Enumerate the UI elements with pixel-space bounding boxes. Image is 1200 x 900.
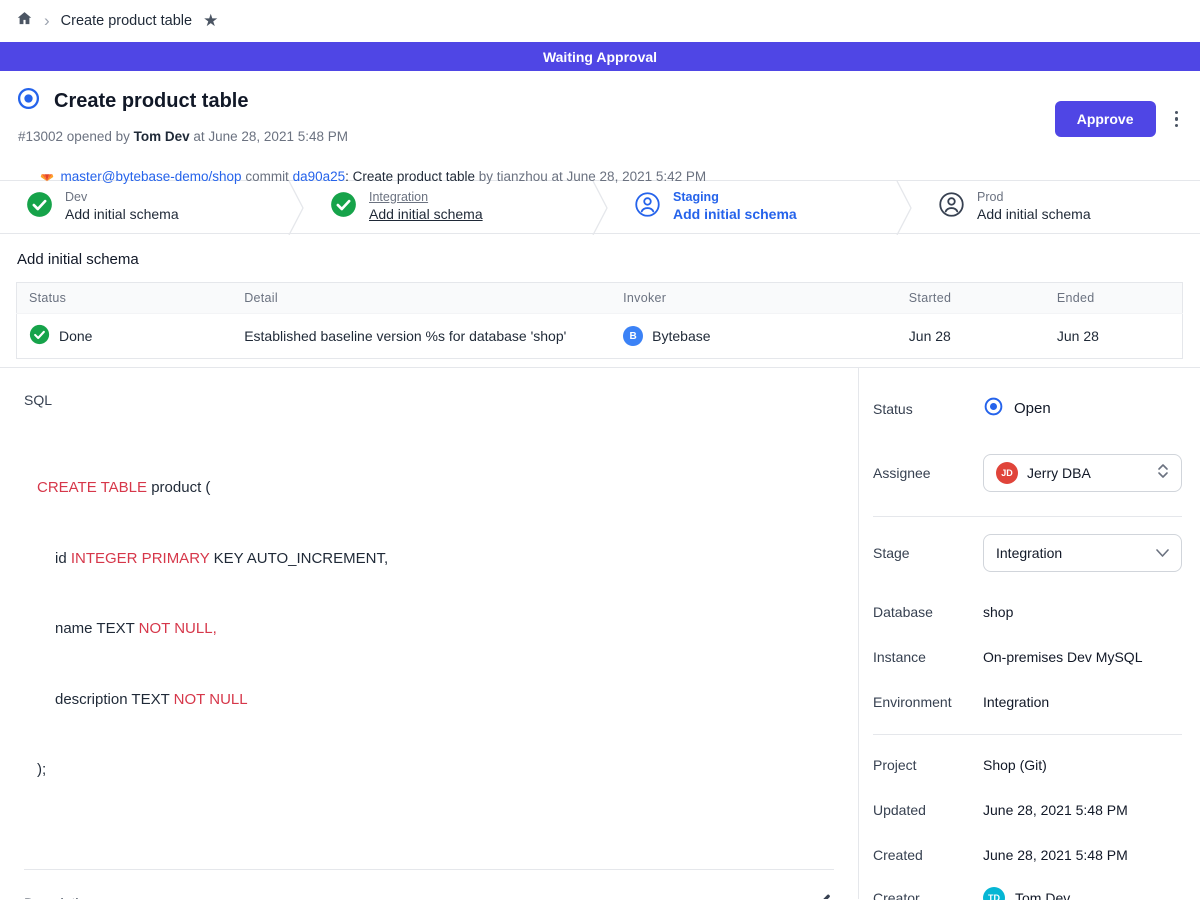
home-icon[interactable] (16, 10, 33, 32)
gitlab-icon (16, 152, 55, 201)
commit-message: : Create product table (345, 169, 475, 184)
branch-repo-link[interactable]: master@bytebase-demo/shop (61, 169, 242, 184)
task-detail: Established baseline version %s for data… (232, 314, 611, 359)
task-status: Done (59, 328, 92, 344)
task-started: Jun 28 (897, 314, 1045, 359)
check-circle-icon (29, 324, 50, 348)
task-invoker: Bytebase (652, 328, 710, 344)
environment-value: Integration (983, 694, 1049, 710)
stage-value: Integration (996, 545, 1147, 561)
commit-text: master@bytebase-demo/shop commit da90a25… (61, 169, 707, 184)
breadcrumb-chevron-icon: › (44, 12, 50, 29)
task-section-title: Add initial schema (17, 251, 1183, 268)
task-table: Status Detail Invoker Started Ended Done… (16, 282, 1183, 359)
issue-sidebar: Status Open Assignee JD Jerry DBA Stage (858, 368, 1200, 899)
issue-header: Create product table #13002 opened by To… (0, 71, 1200, 180)
status-badge: Open (983, 396, 1051, 421)
project-label: Project (873, 757, 983, 773)
breadcrumb: › Create product table ★ (0, 0, 1200, 42)
sql-label: SQL (24, 392, 834, 408)
instance-value: On-premises Dev MySQL (983, 649, 1142, 665)
page-title: Create product table (54, 90, 248, 113)
col-invoker: Invoker (611, 283, 897, 314)
more-actions-kebab-icon[interactable] (1171, 107, 1183, 132)
col-ended: Ended (1045, 283, 1183, 314)
commit-hash-link[interactable]: da90a25 (293, 169, 346, 184)
task-ended: Jun 28 (1045, 314, 1183, 359)
assignee-avatar: JD (996, 462, 1018, 484)
divider (873, 734, 1182, 735)
col-status: Status (17, 283, 233, 314)
task-section: Add initial schema Status Detail Invoker… (0, 234, 1200, 367)
issue-meta: #13002 opened by Tom Dev at June 28, 202… (18, 129, 1180, 144)
status-banner-text: Waiting Approval (543, 49, 657, 65)
commit-suffix: by tianzhou at June 28, 2021 5:42 PM (475, 169, 706, 184)
approve-button[interactable]: Approve (1055, 101, 1156, 137)
updated-label: Updated (873, 802, 983, 818)
database-value: shop (983, 604, 1013, 620)
stage-task-label: Add initial schema (977, 205, 1091, 224)
up-down-chevron-icon (1157, 463, 1169, 484)
creator-avatar: TD (983, 887, 1005, 900)
stage-select[interactable]: Integration (983, 534, 1182, 572)
issue-meta-prefix: #13002 opened by (18, 129, 134, 144)
stage-task-label: Add initial schema (65, 205, 179, 224)
creator-name: Tom Dev (1015, 890, 1070, 900)
divider (873, 516, 1182, 517)
stage-task-label: Add initial schema (369, 205, 483, 224)
issue-author: Tom Dev (134, 129, 190, 144)
description-label: Description (24, 895, 94, 900)
favorite-star-icon[interactable]: ★ (203, 11, 218, 31)
divider (24, 869, 834, 870)
edit-pencil-icon[interactable] (813, 891, 834, 900)
stage-label: Stage (873, 545, 983, 561)
database-label: Database (873, 604, 983, 620)
status-value: Open (1014, 400, 1051, 417)
col-started: Started (897, 283, 1045, 314)
assignee-name: Jerry DBA (1027, 465, 1148, 481)
col-detail: Detail (232, 283, 611, 314)
commit-line: master@bytebase-demo/shop commit da90a25… (16, 152, 1180, 201)
chevron-down-icon (1156, 544, 1169, 562)
status-banner: Waiting Approval (0, 42, 1200, 71)
assignee-select[interactable]: JD Jerry DBA (983, 454, 1182, 492)
environment-label: Environment (873, 694, 983, 710)
sql-code: CREATE TABLE product ( id INTEGER PRIMAR… (37, 429, 834, 829)
commit-word: commit (242, 169, 293, 184)
status-label: Status (873, 401, 983, 417)
open-status-icon (983, 396, 1004, 421)
instance-label: Instance (873, 649, 983, 665)
issue-detail-panel: SQL CREATE TABLE product ( id INTEGER PR… (0, 368, 858, 899)
table-row: Done Established baseline version %s for… (17, 314, 1183, 359)
project-value: Shop (Git) (983, 757, 1047, 773)
updated-value: June 28, 2021 5:48 PM (983, 802, 1128, 818)
created-label: Created (873, 847, 983, 863)
created-value: June 28, 2021 5:48 PM (983, 847, 1128, 863)
stage-task-label: Add initial schema (673, 205, 797, 224)
creator-label: Creator (873, 890, 983, 900)
bytebase-avatar: B (623, 326, 643, 346)
task-table-header: Status Detail Invoker Started Ended (17, 283, 1183, 314)
assignee-label: Assignee (873, 465, 983, 481)
issue-meta-suffix: at June 28, 2021 5:48 PM (190, 129, 348, 144)
breadcrumb-title: Create product table (61, 13, 192, 29)
issue-open-icon (16, 86, 41, 116)
